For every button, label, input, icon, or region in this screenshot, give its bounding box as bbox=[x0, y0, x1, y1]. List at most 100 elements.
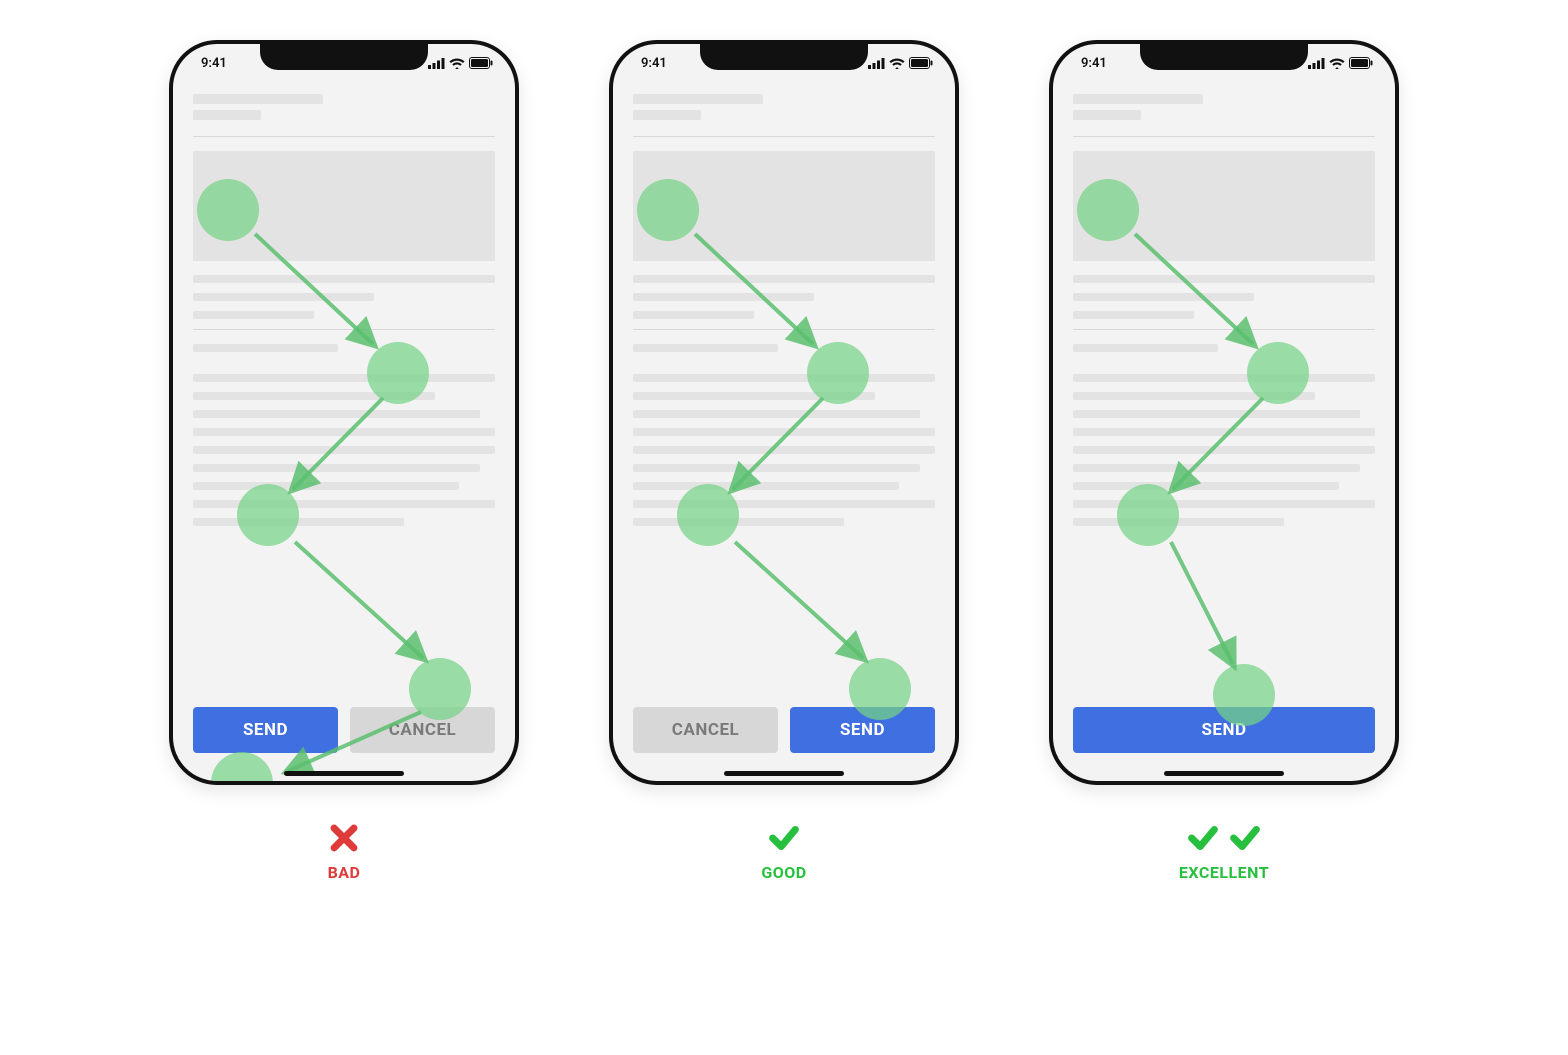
signal-icon bbox=[428, 58, 445, 69]
placeholder-hero bbox=[1073, 151, 1375, 261]
home-indicator bbox=[284, 771, 404, 776]
placeholder-line bbox=[633, 410, 920, 418]
status-time: 9:41 bbox=[1081, 56, 1107, 71]
screen-content: CANCEL SEND bbox=[633, 94, 935, 765]
verdict-label: GOOD bbox=[761, 863, 806, 882]
divider bbox=[193, 136, 495, 137]
placeholder-line bbox=[193, 392, 435, 400]
placeholder-line bbox=[193, 311, 314, 319]
send-button[interactable]: SEND bbox=[790, 707, 935, 753]
send-label: SEND bbox=[1201, 720, 1246, 740]
placeholder-line bbox=[193, 518, 404, 526]
send-button[interactable]: SEND bbox=[1073, 707, 1375, 753]
battery-icon bbox=[469, 57, 493, 69]
button-row: CANCEL SEND bbox=[633, 707, 935, 753]
divider bbox=[633, 136, 935, 137]
placeholder-line bbox=[193, 374, 495, 382]
verdict-label: BAD bbox=[328, 863, 361, 882]
button-row: SEND CANCEL bbox=[193, 707, 495, 753]
battery-icon bbox=[909, 57, 933, 69]
placeholder-line bbox=[1073, 482, 1339, 490]
column-bad: 9:41 bbox=[169, 40, 519, 882]
verdict-bad: BAD bbox=[327, 821, 361, 882]
cancel-label: CANCEL bbox=[672, 720, 739, 740]
placeholder-line bbox=[633, 428, 935, 436]
divider bbox=[1073, 329, 1375, 330]
placeholder-line bbox=[633, 94, 763, 104]
placeholder-line bbox=[193, 464, 480, 472]
placeholder-line bbox=[1073, 110, 1141, 120]
placeholder-line bbox=[1073, 374, 1375, 382]
check-icon bbox=[1186, 821, 1220, 855]
wifi-icon bbox=[1329, 58, 1345, 69]
placeholder-line bbox=[1073, 293, 1254, 301]
check-icon bbox=[767, 821, 801, 855]
placeholder-line bbox=[1073, 410, 1360, 418]
cross-icon bbox=[327, 821, 361, 855]
divider bbox=[633, 329, 935, 330]
cancel-button[interactable]: CANCEL bbox=[350, 707, 495, 753]
screen-content: SEND CANCEL bbox=[193, 94, 495, 765]
placeholder-line bbox=[633, 275, 935, 283]
placeholder-hero bbox=[193, 151, 495, 261]
placeholder-line bbox=[633, 344, 778, 352]
placeholder-line bbox=[1073, 311, 1194, 319]
status-time: 9:41 bbox=[641, 56, 667, 71]
placeholder-line bbox=[193, 500, 495, 508]
phone-notch bbox=[260, 42, 428, 70]
placeholder-line bbox=[1073, 392, 1315, 400]
status-icons bbox=[868, 57, 933, 69]
cancel-button[interactable]: CANCEL bbox=[633, 707, 778, 753]
wifi-icon bbox=[449, 58, 465, 69]
placeholder-line bbox=[633, 482, 899, 490]
placeholder-line bbox=[193, 110, 261, 120]
divider bbox=[193, 329, 495, 330]
send-label: SEND bbox=[840, 720, 885, 740]
diagram-stage: 9:41 bbox=[169, 40, 1399, 882]
column-good: 9:41 bbox=[609, 40, 959, 882]
signal-icon bbox=[868, 58, 885, 69]
phone-mockup: 9:41 bbox=[169, 40, 519, 785]
placeholder-line bbox=[1073, 275, 1375, 283]
placeholder-line bbox=[633, 446, 935, 454]
send-button[interactable]: SEND bbox=[193, 707, 338, 753]
placeholder-line bbox=[633, 392, 875, 400]
placeholder-line bbox=[1073, 500, 1375, 508]
screen-content: SEND bbox=[1073, 94, 1375, 765]
placeholder-line bbox=[193, 428, 495, 436]
battery-icon bbox=[1349, 57, 1373, 69]
status-icons bbox=[1308, 57, 1373, 69]
verdict-excellent: EXCELLENT bbox=[1179, 821, 1269, 882]
placeholder-line bbox=[633, 464, 920, 472]
placeholder-line bbox=[193, 410, 480, 418]
phone-mockup: 9:41 bbox=[1049, 40, 1399, 785]
placeholder-line bbox=[193, 293, 374, 301]
placeholder-line bbox=[633, 110, 701, 120]
verdict-good: GOOD bbox=[761, 821, 806, 882]
send-label: SEND bbox=[243, 720, 288, 740]
placeholder-line bbox=[193, 344, 338, 352]
check-icon bbox=[1228, 821, 1262, 855]
status-icons bbox=[428, 57, 493, 69]
placeholder-line bbox=[633, 374, 935, 382]
button-row: SEND bbox=[1073, 707, 1375, 753]
placeholder-line bbox=[633, 518, 844, 526]
placeholder-line bbox=[633, 311, 754, 319]
placeholder-line bbox=[193, 275, 495, 283]
placeholder-line bbox=[633, 500, 935, 508]
placeholder-line bbox=[193, 482, 459, 490]
status-time: 9:41 bbox=[201, 56, 227, 71]
verdict-label: EXCELLENT bbox=[1179, 863, 1269, 882]
placeholder-line bbox=[1073, 518, 1284, 526]
placeholder-line bbox=[1073, 446, 1375, 454]
phone-mockup: 9:41 bbox=[609, 40, 959, 785]
column-excellent: 9:41 bbox=[1049, 40, 1399, 882]
placeholder-line bbox=[633, 293, 814, 301]
phone-notch bbox=[700, 42, 868, 70]
placeholder-line bbox=[1073, 344, 1218, 352]
phone-notch bbox=[1140, 42, 1308, 70]
placeholder-line bbox=[193, 446, 495, 454]
home-indicator bbox=[1164, 771, 1284, 776]
placeholder-hero bbox=[633, 151, 935, 261]
placeholder-line bbox=[1073, 428, 1375, 436]
